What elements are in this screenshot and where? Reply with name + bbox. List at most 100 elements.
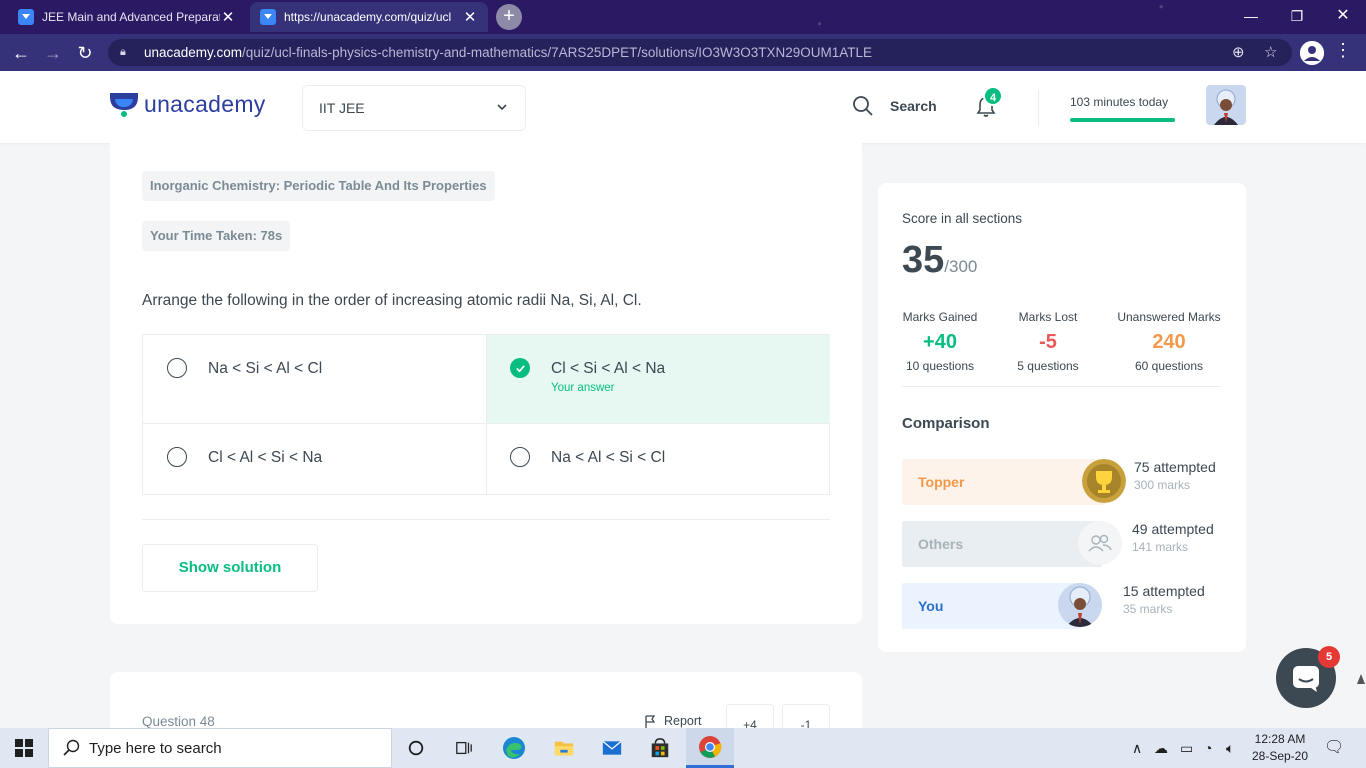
stat-marks-lost: Marks Lost -5 5 questions [1008, 310, 1088, 373]
option-d[interactable]: Na < Al < Si < Cl [486, 424, 830, 494]
windows-start-icon[interactable] [0, 728, 48, 768]
stat-value: -5 [1039, 331, 1057, 353]
score-total: /300 [944, 257, 978, 276]
url-host: unacademy.com [144, 45, 243, 60]
new-tab-button[interactable]: + [496, 4, 522, 30]
score-value: 35/300 [902, 239, 977, 282]
close-window-icon[interactable]: ✕ [1330, 4, 1356, 28]
lock-icon: 🔒︎ [120, 46, 126, 58]
search-icon [63, 739, 80, 756]
question-card: Inorganic Chemistry: Periodic Table And … [110, 143, 862, 624]
option-text: Na < Al < Si < Cl [551, 449, 666, 466]
file-explorer-icon[interactable] [540, 728, 588, 768]
stat-value: +40 [923, 331, 957, 353]
show-solution-button[interactable]: Show solution [142, 544, 318, 592]
minutes-today[interactable]: 103 minutes today [1070, 95, 1168, 109]
check-circle-icon [510, 358, 530, 378]
browser-toolbar: ← → ↻ 🔒︎ unacademy.com /quiz/ucl-finals-… [0, 34, 1366, 71]
forward-arrow-icon[interactable]: → [40, 40, 66, 66]
header-divider [1038, 89, 1039, 127]
radio-icon [167, 447, 187, 467]
stat-label: Marks Lost [1018, 310, 1078, 324]
task-view-icon[interactable] [440, 728, 488, 768]
volume-icon[interactable]: 🔈︎ [1226, 728, 1234, 768]
topic-tag: Inorganic Chemistry: Periodic Table And … [142, 171, 495, 201]
store-icon[interactable] [636, 728, 684, 768]
chat-badge: 5 [1318, 646, 1340, 668]
unacademy-favicon-icon [18, 9, 34, 25]
unacademy-logo[interactable]: unacademy [110, 90, 266, 118]
bookmark-star-icon[interactable]: ☆ [1264, 39, 1277, 66]
tray-expand-icon[interactable]: ∧ [1132, 728, 1142, 768]
clock-time: 12:28 AM [1254, 732, 1306, 746]
you-attempted: 15 attempted [1123, 583, 1205, 599]
browser-menu-icon[interactable]: ⋮ [1334, 40, 1352, 61]
question-number: Question 48 [142, 714, 215, 729]
minutes-progress-fill [1070, 118, 1175, 122]
radio-icon [510, 447, 530, 467]
close-tab-icon[interactable]: ✕ [462, 8, 478, 26]
browser-tab-strip: JEE Main and Advanced Preparat ✕ https:/… [0, 0, 1366, 34]
reload-icon[interactable]: ↻ [72, 40, 98, 66]
goal-value: IIT JEE [319, 100, 365, 116]
goal-selector[interactable]: IIT JEE [302, 85, 526, 131]
browser-tab-jee[interactable]: JEE Main and Advanced Preparat ✕ [8, 2, 246, 32]
others-marks: 141 marks [1132, 540, 1189, 554]
onedrive-icon[interactable]: ☁︎ [1154, 728, 1168, 768]
score-number: 35 [902, 239, 945, 281]
comparison-bar-you: You [902, 583, 1082, 629]
tab-title: https://unacademy.com/quiz/ucl [284, 10, 452, 24]
edge-browser-icon[interactable] [490, 728, 538, 768]
minimize-icon[interactable]: — [1238, 4, 1264, 28]
you-marks: 35 marks [1123, 602, 1173, 616]
report-label: Report [664, 714, 702, 728]
taskbar-search-placeholder: Type here to search [89, 739, 222, 757]
your-answer-label: Your answer [551, 382, 615, 394]
time-taken-tag: Your Time Taken: 78s [142, 221, 291, 251]
minutes-progress-bar [1070, 118, 1175, 122]
user-avatar[interactable] [1206, 85, 1246, 125]
site-header: unacademy IIT JEE Search 4 103 minutes t… [0, 71, 1366, 143]
topper-marks: 300 marks [1134, 478, 1191, 492]
stat-marks-gained: Marks Gained +40 10 questions [900, 310, 980, 373]
back-arrow-icon[interactable]: ← [8, 40, 34, 66]
notification-badge: 4 [983, 86, 1003, 106]
chrome-icon[interactable] [686, 728, 734, 768]
option-c[interactable]: Cl < Al < Si < Na [143, 424, 487, 494]
profile-icon[interactable] [1300, 41, 1324, 65]
search-button[interactable]: Search [852, 95, 937, 117]
stat-label: Marks Gained [902, 310, 978, 324]
brand-name: unacademy [144, 90, 266, 117]
comparison-bar-others: Others [902, 521, 1102, 567]
restore-icon[interactable]: ❐ [1284, 4, 1310, 28]
wifi-icon[interactable]: ◔ [1204, 728, 1212, 768]
unacademy-logo-icon [110, 93, 138, 117]
tab-title: JEE Main and Advanced Preparat [42, 10, 220, 24]
stat-unanswered-marks: Unanswered Marks 240 60 questions [1114, 310, 1224, 373]
unacademy-favicon-icon [260, 9, 276, 25]
clock-date: 28-Sep-20 [1251, 749, 1309, 763]
search-label: Search [890, 98, 937, 114]
battery-icon[interactable]: ▭ [1180, 728, 1193, 768]
browser-tab-quiz[interactable]: https://unacademy.com/quiz/ucl ✕ [250, 2, 488, 32]
stat-count: 5 questions [1017, 359, 1079, 373]
options-vertical-divider [486, 335, 487, 494]
action-center-icon[interactable]: 🗨︎ [1324, 728, 1344, 768]
cortana-icon[interactable] [392, 728, 440, 768]
mail-icon[interactable] [588, 728, 636, 768]
option-text: Na < Si < Al < Cl [208, 360, 323, 377]
option-a[interactable]: Na < Si < Al < Cl [143, 335, 487, 423]
option-b[interactable]: Cl < Si < Al < Na Your answer [486, 335, 830, 423]
install-app-icon[interactable]: ⊕ [1232, 39, 1245, 66]
user-avatar-small [1058, 583, 1102, 627]
topper-attempted: 75 attempted [1134, 459, 1216, 475]
option-text: Cl < Si < Al < Na [551, 360, 666, 377]
address-bar[interactable]: 🔒︎ unacademy.com /quiz/ucl-finals-physic… [108, 39, 1292, 66]
taskbar-search-input[interactable]: Type here to search [48, 728, 392, 768]
system-clock[interactable]: 12:28 AM 28-Sep-20 [1244, 731, 1316, 765]
scrollbar-up-arrow[interactable] [1357, 674, 1365, 684]
close-tab-icon[interactable]: ✕ [220, 8, 236, 26]
option-text: Cl < Al < Si < Na [208, 449, 323, 466]
score-card: Score in all sections 35/300 Marks Gaine… [878, 183, 1246, 652]
report-button[interactable]: Report [644, 714, 702, 728]
